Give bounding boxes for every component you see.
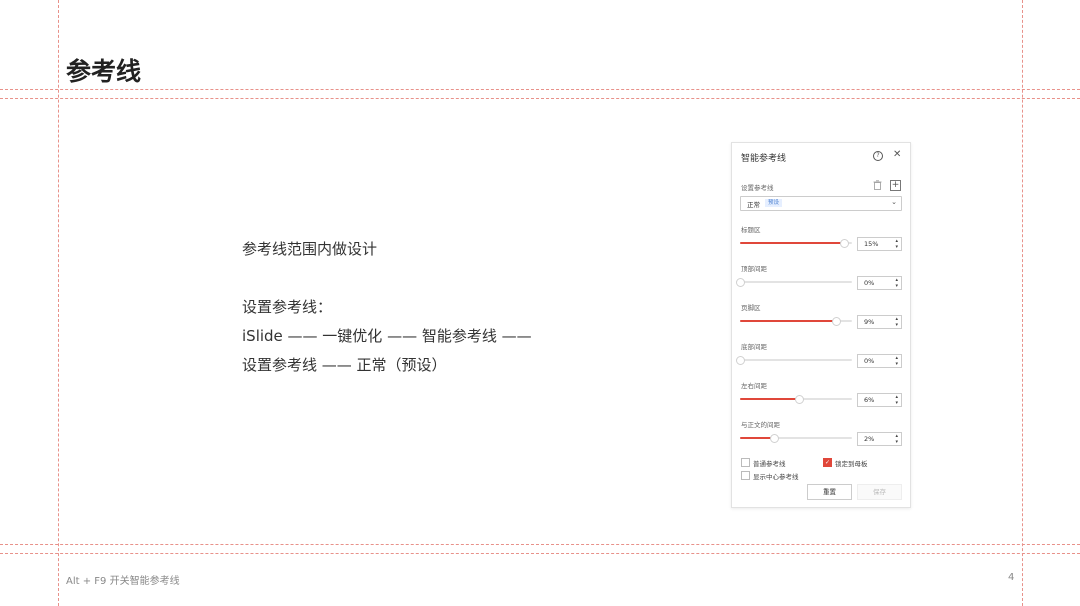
slider-fill <box>740 242 845 244</box>
slider-knob[interactable] <box>736 278 745 287</box>
title-area-stepper[interactable]: 15% ▴ ▾ <box>857 237 902 251</box>
slider-label: 标题区 <box>741 226 761 234</box>
guide-line-footer-top <box>0 544 1080 545</box>
slider-knob[interactable] <box>832 317 842 326</box>
slider-knob[interactable] <box>795 395 805 404</box>
preset-badge: 预设 <box>765 199 783 207</box>
checkbox-label: 显示中心参考线 <box>753 473 799 481</box>
stepper-arrows-icon[interactable]: ▴ ▾ <box>895 277 898 289</box>
checkbox-label: 锁定到母板 <box>835 460 868 468</box>
checkbox-box[interactable] <box>741 471 750 480</box>
checkbox-box[interactable] <box>741 458 750 467</box>
guide-line-header <box>0 98 1080 99</box>
slider-knob[interactable] <box>769 434 779 443</box>
side-spacing-slider[interactable] <box>740 394 852 404</box>
footer-hint: Alt + F9 开关智能参考线 <box>66 576 180 587</box>
stepper-arrows-icon[interactable]: ▴ ▾ <box>895 394 898 406</box>
checkbox-box[interactable]: ✓ <box>823 458 832 467</box>
slider-label: 顶部间距 <box>741 265 767 273</box>
guide-line-top <box>0 89 1080 90</box>
stepper-arrows-icon[interactable]: ▴ ▾ <box>895 238 898 250</box>
stepper-value: 15% <box>864 240 879 248</box>
chevron-down-icon: ⌄ <box>891 198 897 206</box>
preset-value: 正常 <box>747 201 760 209</box>
panel-header: 智能参考线 ? ✕ <box>732 143 910 169</box>
reset-button[interactable]: 重置 <box>807 484 852 500</box>
add-icon[interactable]: + <box>890 180 901 191</box>
body-line: 设置参考线： <box>242 298 333 316</box>
slider-track <box>740 281 852 283</box>
stepper-value: 2% <box>864 435 875 443</box>
slider-knob[interactable] <box>840 239 850 248</box>
slider-track <box>740 359 852 361</box>
page-number: 4 <box>1008 572 1015 583</box>
body-spacing-slider[interactable] <box>740 433 852 443</box>
stepper-value: 0% <box>864 279 875 287</box>
stepper-arrows-icon[interactable]: ▴ ▾ <box>895 355 898 367</box>
guide-line-left <box>58 0 59 606</box>
close-icon[interactable]: ✕ <box>893 150 901 160</box>
stepper-arrows-icon[interactable]: ▴ ▾ <box>895 433 898 445</box>
trash-icon[interactable] <box>873 180 882 190</box>
save-button[interactable]: 保存 <box>857 484 902 500</box>
slide-body: 参考线范围内做设计 设置参考线： iSlide —— 一键优化 —— 智能参考线… <box>242 235 532 380</box>
stepper-value: 9% <box>864 318 875 326</box>
panel-title: 智能参考线 <box>741 154 787 164</box>
stepper-value: 0% <box>864 357 875 365</box>
body-line-spacer <box>242 264 532 293</box>
footer-area-slider[interactable] <box>740 316 852 326</box>
guide-line-right <box>1022 0 1023 606</box>
slider-label: 左右间距 <box>741 382 767 390</box>
stepper-value: 6% <box>864 396 875 404</box>
slider-label: 与正文的间距 <box>741 421 780 429</box>
top-spacing-slider[interactable] <box>736 277 852 287</box>
slider-knob[interactable] <box>736 356 745 365</box>
footer-area-stepper[interactable]: 9% ▴ ▾ <box>857 315 902 329</box>
smart-guides-panel: 智能参考线 ? ✕ 设置参考线 + 正常 预设 ⌄ 标题区 15% ▴ ▾ 顶部间… <box>731 142 911 508</box>
slider-fill <box>740 437 774 439</box>
title-area-slider[interactable] <box>740 238 852 248</box>
top-spacing-stepper[interactable]: 0% ▴ ▾ <box>857 276 902 290</box>
body-line: 参考线范围内做设计 <box>242 240 378 258</box>
bottom-spacing-stepper[interactable]: 0% ▴ ▾ <box>857 354 902 368</box>
slide-title: 参考线 <box>66 57 142 86</box>
slider-label: 页脚区 <box>741 304 761 312</box>
set-guides-label: 设置参考线 <box>741 184 774 192</box>
stepper-arrows-icon[interactable]: ▴ ▾ <box>895 316 898 328</box>
slider-fill <box>740 398 800 400</box>
checkbox-label: 普通参考线 <box>753 460 786 468</box>
slider-fill <box>740 320 837 322</box>
preset-select[interactable]: 正常 预设 ⌄ <box>740 196 902 211</box>
guide-line-footer-bottom <box>0 553 1080 554</box>
help-icon[interactable]: ? <box>873 151 883 161</box>
body-line: iSlide —— 一键优化 —— 智能参考线 —— <box>242 327 532 345</box>
body-line: 设置参考线 —— 正常（预设） <box>242 356 447 374</box>
side-spacing-stepper[interactable]: 6% ▴ ▾ <box>857 393 902 407</box>
bottom-spacing-slider[interactable] <box>736 355 852 365</box>
body-spacing-stepper[interactable]: 2% ▴ ▾ <box>857 432 902 446</box>
slider-label: 底部间距 <box>741 343 767 351</box>
